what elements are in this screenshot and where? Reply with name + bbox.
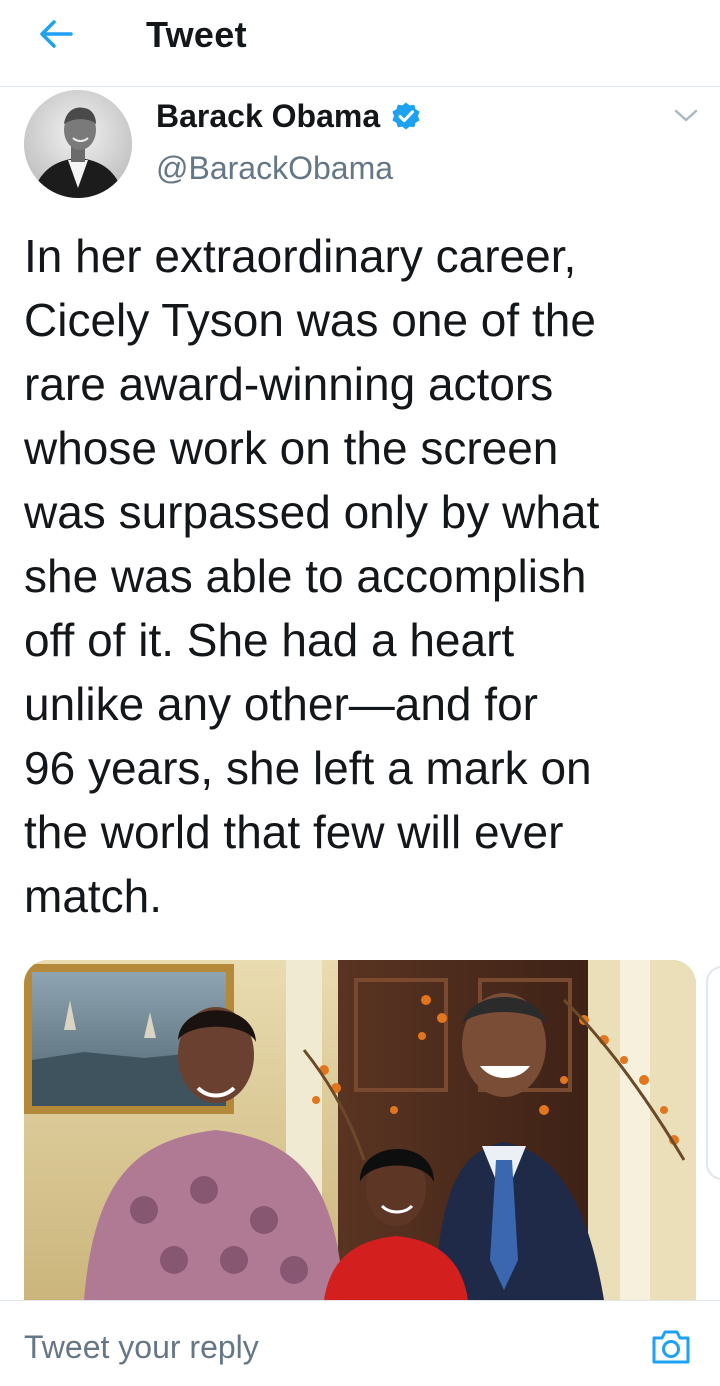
- tweet-photo[interactable]: [24, 960, 696, 1300]
- chevron-down-icon: [674, 109, 698, 128]
- page-title: Tweet: [146, 14, 247, 55]
- next-photo-peek[interactable]: [706, 966, 720, 1180]
- author-handle[interactable]: @BarackObama: [156, 150, 393, 187]
- arrow-left-icon: [38, 19, 74, 54]
- camera-icon: [650, 1328, 692, 1371]
- avatar[interactable]: [24, 90, 132, 198]
- camera-button[interactable]: [648, 1327, 694, 1371]
- reply-bar: Tweet your reply: [0, 1300, 720, 1386]
- tweet-text: In her extraordinary career, Cicely Tyso…: [24, 230, 600, 922]
- top-bar: Tweet: [0, 0, 720, 87]
- author-name-text: Barack Obama: [156, 98, 381, 134]
- more-options-button[interactable]: [668, 104, 704, 132]
- verified-badge-icon: [390, 101, 422, 133]
- author-name[interactable]: Barack Obama: [156, 98, 422, 135]
- back-button[interactable]: [32, 14, 80, 58]
- reply-input[interactable]: Tweet your reply: [24, 1329, 259, 1366]
